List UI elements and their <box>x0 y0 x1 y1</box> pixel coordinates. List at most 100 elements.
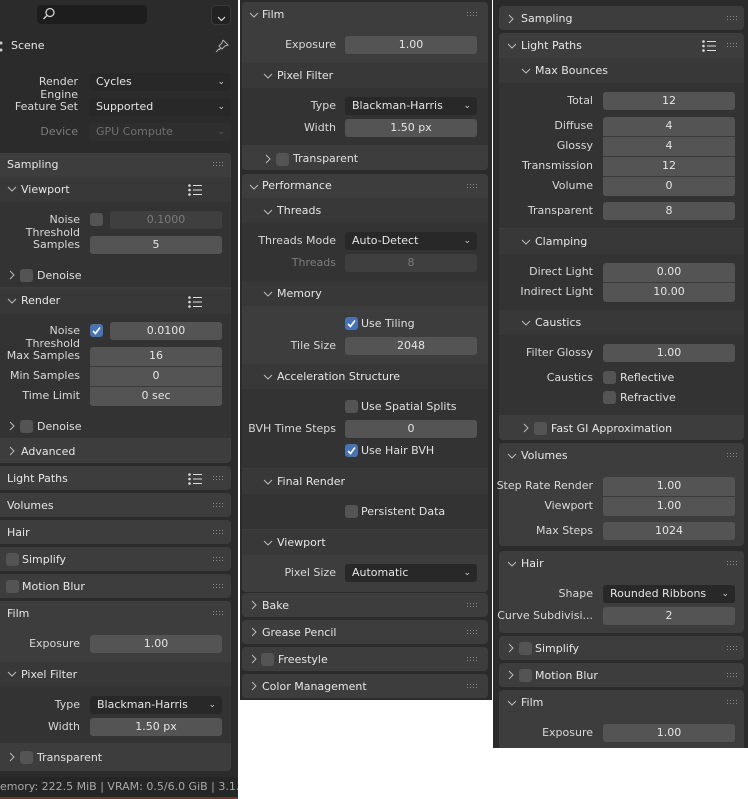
pixel-size-select[interactable]: Automatic ⌄ <box>345 564 477 582</box>
film-exposure-field[interactable]: 1.00 <box>345 36 477 54</box>
curve-subdivisions-field[interactable]: 2 <box>603 607 735 625</box>
drag-grip-icon[interactable] <box>213 611 223 617</box>
volume-bounces-field[interactable]: 0 <box>603 176 735 196</box>
time-limit-field[interactable]: 0 sec <box>90 386 222 406</box>
drag-grip-icon[interactable] <box>467 603 477 609</box>
freestyle-checkbox[interactable] <box>261 653 274 666</box>
performance-panel-title[interactable]: Performance <box>262 179 332 192</box>
direct-light-label: Direct Light <box>529 265 593 278</box>
acceleration-structure-subpanel-title: Acceleration Structure <box>277 370 401 383</box>
refractive-caustics-checkbox[interactable] <box>603 391 616 404</box>
sampling-panel-header[interactable]: Sampling <box>7 158 59 171</box>
render-noise-threshold-field[interactable]: 0.0100 <box>110 322 222 340</box>
reflective-caustics-checkbox[interactable] <box>603 371 616 384</box>
total-bounces-field[interactable]: 12 <box>603 92 735 110</box>
drag-grip-icon[interactable] <box>213 530 223 536</box>
use-hair-bvh-checkbox[interactable] <box>345 444 358 457</box>
min-samples-field[interactable]: 0 <box>90 366 222 386</box>
presets-list-icon[interactable] <box>702 40 716 52</box>
fast-gi-checkbox[interactable] <box>534 422 547 435</box>
hair-shape-select[interactable]: Rounded Ribbons ⌄ <box>603 585 735 603</box>
chevron-right-icon[interactable] <box>523 423 533 433</box>
light-paths-panel-title[interactable]: Light Paths <box>521 39 582 52</box>
drag-grip-icon[interactable] <box>727 16 737 22</box>
film-transparent-checkbox[interactable] <box>20 751 33 764</box>
presets-list-icon[interactable] <box>188 296 202 308</box>
step-rate-render-field[interactable]: 1.00 <box>603 477 735 496</box>
chevron-right-icon <box>251 654 261 664</box>
chevron-right-icon[interactable] <box>9 752 19 762</box>
step-rate-viewport-field[interactable]: 1.00 <box>603 496 735 516</box>
motion-blur-checkbox[interactable] <box>6 580 19 593</box>
max-samples-field[interactable]: 16 <box>90 347 222 366</box>
drag-grip-icon[interactable] <box>727 673 737 679</box>
film-panel-title[interactable]: Film <box>7 607 29 620</box>
drag-grip-icon[interactable] <box>213 476 223 482</box>
chevron-right-icon[interactable] <box>265 154 275 164</box>
transparent-bounces-field[interactable]: 8 <box>603 202 735 220</box>
drag-grip-icon[interactable] <box>213 557 223 563</box>
threads-mode-select[interactable]: Auto-Detect ⌄ <box>345 232 477 250</box>
glossy-bounces-field[interactable]: 4 <box>603 136 735 156</box>
pixel-filter-width-field[interactable]: 1.50 px <box>90 718 222 736</box>
hair-panel-title[interactable]: Hair <box>521 557 544 570</box>
chevron-right-icon[interactable] <box>9 270 19 280</box>
clamping-subpanel-title: Clamping <box>535 235 588 248</box>
pixel-filter-type-select[interactable]: Blackman-Harris ⌄ <box>90 696 222 714</box>
bvh-time-steps-field[interactable]: 0 <box>345 420 477 438</box>
properties-editor-middle: Film Exposure 1.00 Pixel Filter Type Bla… <box>240 0 492 700</box>
film-panel-title[interactable]: Film <box>521 696 543 709</box>
tile-size-field[interactable]: 2048 <box>345 337 477 355</box>
pin-icon[interactable] <box>214 38 230 57</box>
step-rate-viewport-label: Viewport <box>544 499 593 512</box>
use-tiling-label: Use Tiling <box>361 317 415 330</box>
drag-grip-icon[interactable] <box>467 630 477 636</box>
indirect-light-field[interactable]: 10.00 <box>603 282 735 302</box>
feature-set-select[interactable]: Supported ⌄ <box>89 98 231 116</box>
pixel-filter-width-field[interactable]: 1.50 px <box>345 119 477 137</box>
drag-grip-icon[interactable] <box>727 646 737 652</box>
drag-grip-icon[interactable] <box>727 700 737 706</box>
volumes-panel-title[interactable]: Volumes <box>521 449 568 462</box>
film-transparent-checkbox[interactable] <box>276 153 289 166</box>
simplify-checkbox[interactable] <box>6 553 19 566</box>
presets-list-icon[interactable] <box>188 473 202 485</box>
simplify-checkbox[interactable] <box>519 642 532 655</box>
transmission-bounces-field[interactable]: 12 <box>603 156 735 176</box>
drag-grip-icon[interactable] <box>213 162 223 168</box>
chevron-right-icon[interactable] <box>9 421 19 431</box>
film-panel-title[interactable]: Film <box>262 8 284 21</box>
persistent-data-checkbox[interactable] <box>345 505 358 518</box>
viewport-denoise-checkbox[interactable] <box>20 269 33 282</box>
render-engine-select[interactable]: Cycles ⌄ <box>89 73 231 91</box>
filter-glossy-field[interactable]: 1.00 <box>603 344 735 362</box>
drag-grip-icon[interactable] <box>727 453 737 459</box>
options-dropdown-button[interactable] <box>211 5 231 25</box>
motion-blur-checkbox[interactable] <box>519 669 532 682</box>
drag-grip-icon[interactable] <box>727 561 737 567</box>
drag-grip-icon[interactable] <box>467 684 477 690</box>
use-tiling-checkbox[interactable] <box>345 317 358 330</box>
drag-grip-icon[interactable] <box>213 503 223 509</box>
drag-grip-icon[interactable] <box>467 184 477 190</box>
viewport-noise-threshold-checkbox[interactable] <box>90 213 103 226</box>
diffuse-bounces-field[interactable]: 4 <box>603 117 735 136</box>
hair-panel[interactable] <box>0 520 231 544</box>
use-spatial-splits-checkbox[interactable] <box>345 400 358 413</box>
drag-grip-icon[interactable] <box>727 43 737 49</box>
advanced-subpanel-header[interactable]: Advanced <box>21 445 75 458</box>
viewport-samples-field[interactable]: 5 <box>90 236 222 254</box>
drag-grip-icon[interactable] <box>467 657 477 663</box>
render-denoise-checkbox[interactable] <box>20 420 33 433</box>
drag-grip-icon[interactable] <box>213 584 223 590</box>
presets-list-icon[interactable] <box>188 184 202 196</box>
fast-gi-subpanel-title[interactable]: Fast GI Approximation <box>551 422 672 435</box>
render-noise-threshold-checkbox[interactable] <box>90 324 103 337</box>
film-exposure-field[interactable]: 1.00 <box>90 635 222 653</box>
drag-grip-icon[interactable] <box>467 12 477 18</box>
max-steps-field[interactable]: 1024 <box>603 522 735 540</box>
film-exposure-field[interactable]: 1.00 <box>603 724 735 742</box>
pixel-filter-type-select[interactable]: Blackman-Harris ⌄ <box>345 97 477 115</box>
search-field[interactable] <box>37 5 147 24</box>
direct-light-field[interactable]: 0.00 <box>603 263 735 282</box>
